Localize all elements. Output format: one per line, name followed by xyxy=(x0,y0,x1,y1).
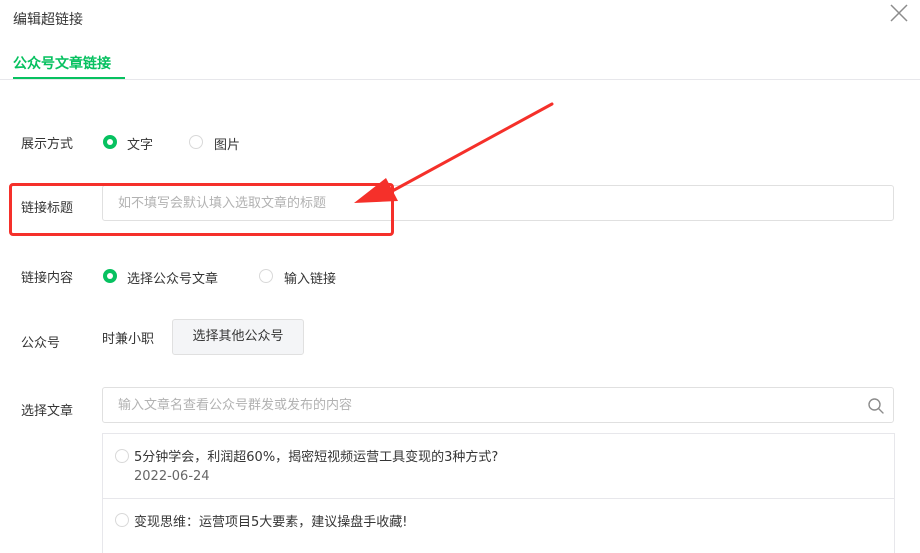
radio-choose-article[interactable] xyxy=(103,269,117,283)
radio-input-link-label[interactable]: 输入链接 xyxy=(284,268,336,287)
article-list: 5分钟学会，利润超60%，揭密短视频运营工具变现的3种方式? 2022-06-2… xyxy=(102,433,895,553)
choose-article-label: 选择文章 xyxy=(21,404,74,419)
link-content-label: 链接内容 xyxy=(21,271,74,286)
current-account-name: 时兼小职 xyxy=(102,332,155,347)
account-label: 公众号 xyxy=(21,336,61,351)
article-title: 5分钟学会，利润超60%，揭密短视频运营工具变现的3种方式? xyxy=(134,450,499,465)
tab-article-link[interactable]: 公众号文章链接 xyxy=(13,53,111,73)
radio-choose-article-label[interactable]: 选择公众号文章 xyxy=(127,268,218,287)
search-icon[interactable] xyxy=(867,397,885,415)
article-radio[interactable] xyxy=(115,513,129,527)
display-mode-label: 展示方式 xyxy=(21,137,74,152)
article-item[interactable]: 变现思维：运营项目5大要素，建议操盘手收藏! xyxy=(103,499,894,553)
radio-display-text[interactable] xyxy=(103,135,117,149)
radio-input-link[interactable] xyxy=(259,269,273,283)
article-search-input[interactable] xyxy=(103,388,893,422)
radio-display-image[interactable] xyxy=(189,135,203,149)
article-title: 变现思维：运营项目5大要素，建议操盘手收藏! xyxy=(134,515,408,530)
article-search-field[interactable] xyxy=(102,387,894,423)
radio-display-text-label[interactable]: 文字 xyxy=(127,134,153,153)
tab-divider xyxy=(0,79,920,80)
article-date: 2022-06-24 xyxy=(134,469,210,484)
choose-other-account-button[interactable]: 选择其他公众号 xyxy=(172,319,304,355)
dialog-title: 编辑超链接 xyxy=(13,12,83,28)
annotation-highlight-box xyxy=(9,183,394,236)
article-radio[interactable] xyxy=(115,449,129,463)
radio-display-image-label[interactable]: 图片 xyxy=(214,134,240,153)
article-item[interactable]: 5分钟学会，利润超60%，揭密短视频运营工具变现的3种方式? 2022-06-2… xyxy=(103,434,894,498)
close-icon[interactable] xyxy=(888,2,910,24)
